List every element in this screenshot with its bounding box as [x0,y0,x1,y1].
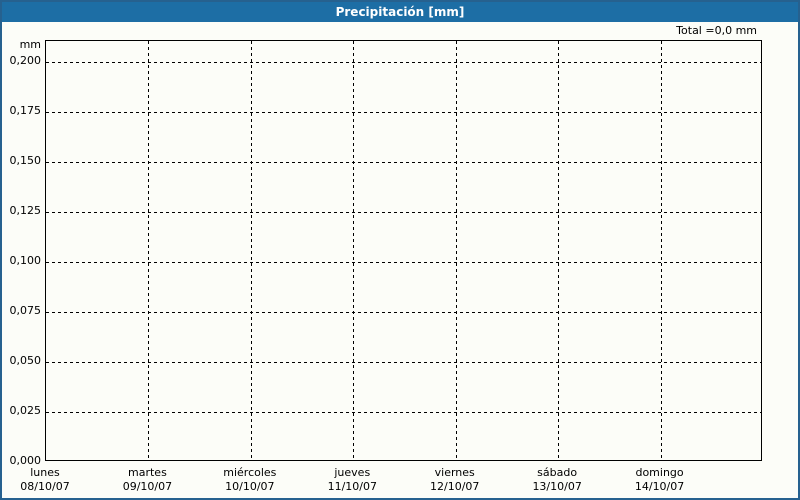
y-tick-label: 0,050 [9,354,42,367]
y-axis-unit-label: mm [19,38,41,51]
x-tick-date: 08/10/07 [20,480,70,493]
y-tick-label: 0,075 [9,304,42,317]
chart-window: Precipitación [mm] Total =0,0 mm mm 0,20… [0,0,800,500]
x-tick-label: sábado 13/10/07 [532,466,581,494]
x-tick-date: 10/10/07 [225,480,275,493]
x-tick-date: 14/10/07 [634,480,685,493]
chart-title: Precipitación [mm] [335,5,465,19]
x-tick-day: viernes [434,466,475,479]
y-gridline [46,262,761,263]
x-tick-label: viernes 12/10/07 [430,466,479,494]
x-tick-label: lunes 08/10/07 [20,466,69,494]
x-gridline [558,41,559,460]
x-gridline [251,41,252,460]
chart-title-bar: Precipitación [mm] [2,2,798,22]
y-gridline [46,162,761,163]
x-gridline [456,41,457,460]
x-tick-label: martes 09/10/07 [123,466,172,494]
y-tick-label: 0,200 [9,54,42,67]
x-gridline [661,41,662,460]
y-tick-label: 0,150 [9,154,42,167]
x-tick-date: 11/10/07 [327,480,377,493]
total-label: Total =0,0 mm [676,24,757,37]
x-tick-label: jueves 11/10/07 [328,466,377,494]
y-tick-label: 0,125 [9,204,42,217]
x-gridline [148,41,149,460]
x-tick-day: miércoles [223,466,277,479]
x-tick-label: domingo 14/10/07 [635,466,684,494]
x-tick-day: domingo [635,466,684,479]
y-gridline [46,212,761,213]
y-gridline [46,312,761,313]
x-tick-day: lunes [30,466,60,479]
x-tick-label: miércoles 10/10/07 [223,466,276,494]
y-tick-label: 0,100 [9,254,42,267]
x-tick-date: 13/10/07 [532,480,582,493]
y-gridline [46,362,761,363]
x-tick-day: martes [128,466,167,479]
y-gridline [46,412,761,413]
x-tick-date: 09/10/07 [122,480,173,493]
x-tick-day: jueves [334,466,371,479]
x-tick-date: 12/10/07 [430,480,480,493]
y-gridline [46,62,761,63]
x-gridline [353,41,354,460]
plot-area [45,40,762,461]
x-tick-day: sábado [537,466,578,479]
y-gridline [46,112,761,113]
y-tick-label: 0,025 [9,404,42,417]
y-tick-label: 0,175 [9,104,42,117]
